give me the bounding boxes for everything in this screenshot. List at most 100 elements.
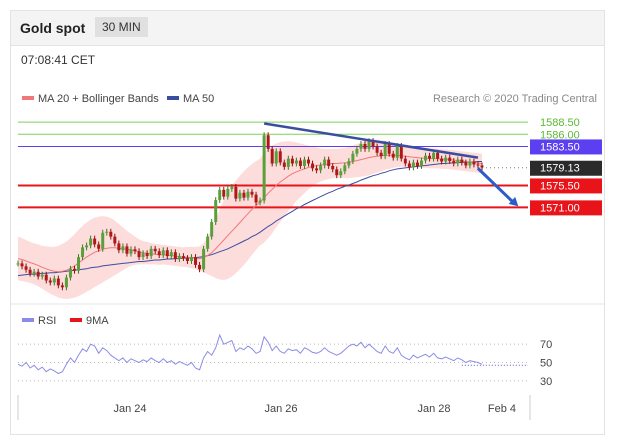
candle-body [121,246,125,251]
candle-body [347,161,351,166]
rsi-tick-70: 70 [540,339,552,351]
candle-body [363,144,367,149]
candle-body [436,152,440,159]
candle-body [278,151,282,163]
level-label-1579.13: 1579.13 [540,163,580,175]
candle-body [428,155,432,159]
candle-body [77,257,81,271]
chart-svg: MA 20 + Bollinger Bands MA 50 Research © 2… [11,93,604,420]
candle-body [351,153,355,162]
rsi-line [17,333,483,375]
level-label-1575.50: 1575.50 [540,180,580,192]
candle-body [169,252,173,257]
candle-body [335,169,339,176]
candle-body [113,236,117,244]
candle-body [359,144,363,149]
candle-body [411,162,415,168]
legend-swatch-9ma [70,318,82,322]
candle-body [206,236,210,249]
candle-body [109,231,113,237]
candle-body [323,159,327,166]
candle-body [266,135,270,149]
candle-body [246,191,250,198]
candle-body [464,162,468,166]
x-tick-Jan-26: Jan 26 [264,403,297,415]
x-tick-Feb-4: Feb 4 [488,403,516,415]
candle-body [40,274,44,277]
candle-body [343,165,347,172]
candle-body [222,189,226,197]
candle-body [149,248,153,257]
candle-body [226,188,230,197]
x-tick-Jan-24: Jan 24 [113,403,146,415]
level-label-1571.00: 1571.00 [540,202,580,214]
legend-label-rsi: RSI [38,315,56,327]
candle-body [173,252,177,260]
candle-body [68,268,72,278]
candle-body [258,200,262,203]
candle-body [194,257,198,265]
candle-body [298,160,302,166]
candle-body [189,257,193,261]
candle-body [375,146,379,153]
candle-body [307,159,311,164]
candle-body [165,250,169,257]
candle-body [242,192,246,198]
candle-body [315,168,319,171]
candle-body [101,232,105,249]
candle-body [133,249,137,252]
rsi-tick-30: 30 [540,376,552,388]
candle-body [157,251,161,256]
candle-body [93,238,97,245]
candle-body [383,144,387,157]
legend-swatch-ma50 [167,96,179,100]
candle-body [399,145,403,159]
candle-body [64,277,68,288]
candle-body [85,245,89,248]
candle-body [117,243,121,251]
candle-body [419,160,423,166]
candle-body [302,159,306,166]
candle-body [415,162,419,166]
candle-body [448,157,452,162]
candle-body [311,163,315,169]
candle-body [367,141,371,149]
legend-label-ma50: MA 50 [183,93,214,105]
candle-body [44,274,48,281]
candle-body [379,152,383,157]
candle-body [444,157,448,162]
candle-body [250,191,254,195]
candle-body [238,192,242,199]
candle-body [218,189,222,201]
candle-body [234,186,238,199]
candle-body [290,158,294,164]
candle-body [202,248,206,270]
candle-body [440,158,444,162]
candle-body [81,247,85,258]
candle-body [355,148,359,154]
candle-body [129,249,133,254]
candle-body [476,164,480,166]
candle-body [97,244,101,249]
candle-body [48,280,52,283]
candle-body [198,264,202,270]
candle-body [177,256,181,260]
candle-body [230,186,234,189]
candle-body [20,263,24,267]
candle-body [32,271,36,274]
candle-body [327,159,331,166]
candle-body [52,278,56,283]
candle-body [60,285,64,288]
candle-body [472,161,476,165]
candle-body [452,161,456,164]
candle-body [456,159,460,164]
candle-body [161,250,165,256]
candle-body [387,144,391,154]
candle-body [137,251,141,258]
candle-body [331,165,335,170]
candle-body [432,152,436,159]
level-label-1583.50: 1583.50 [540,141,580,153]
rsi-tick-50: 50 [540,358,552,370]
level-label-1588.50: 1588.50 [540,117,580,129]
candle-body [262,135,266,201]
